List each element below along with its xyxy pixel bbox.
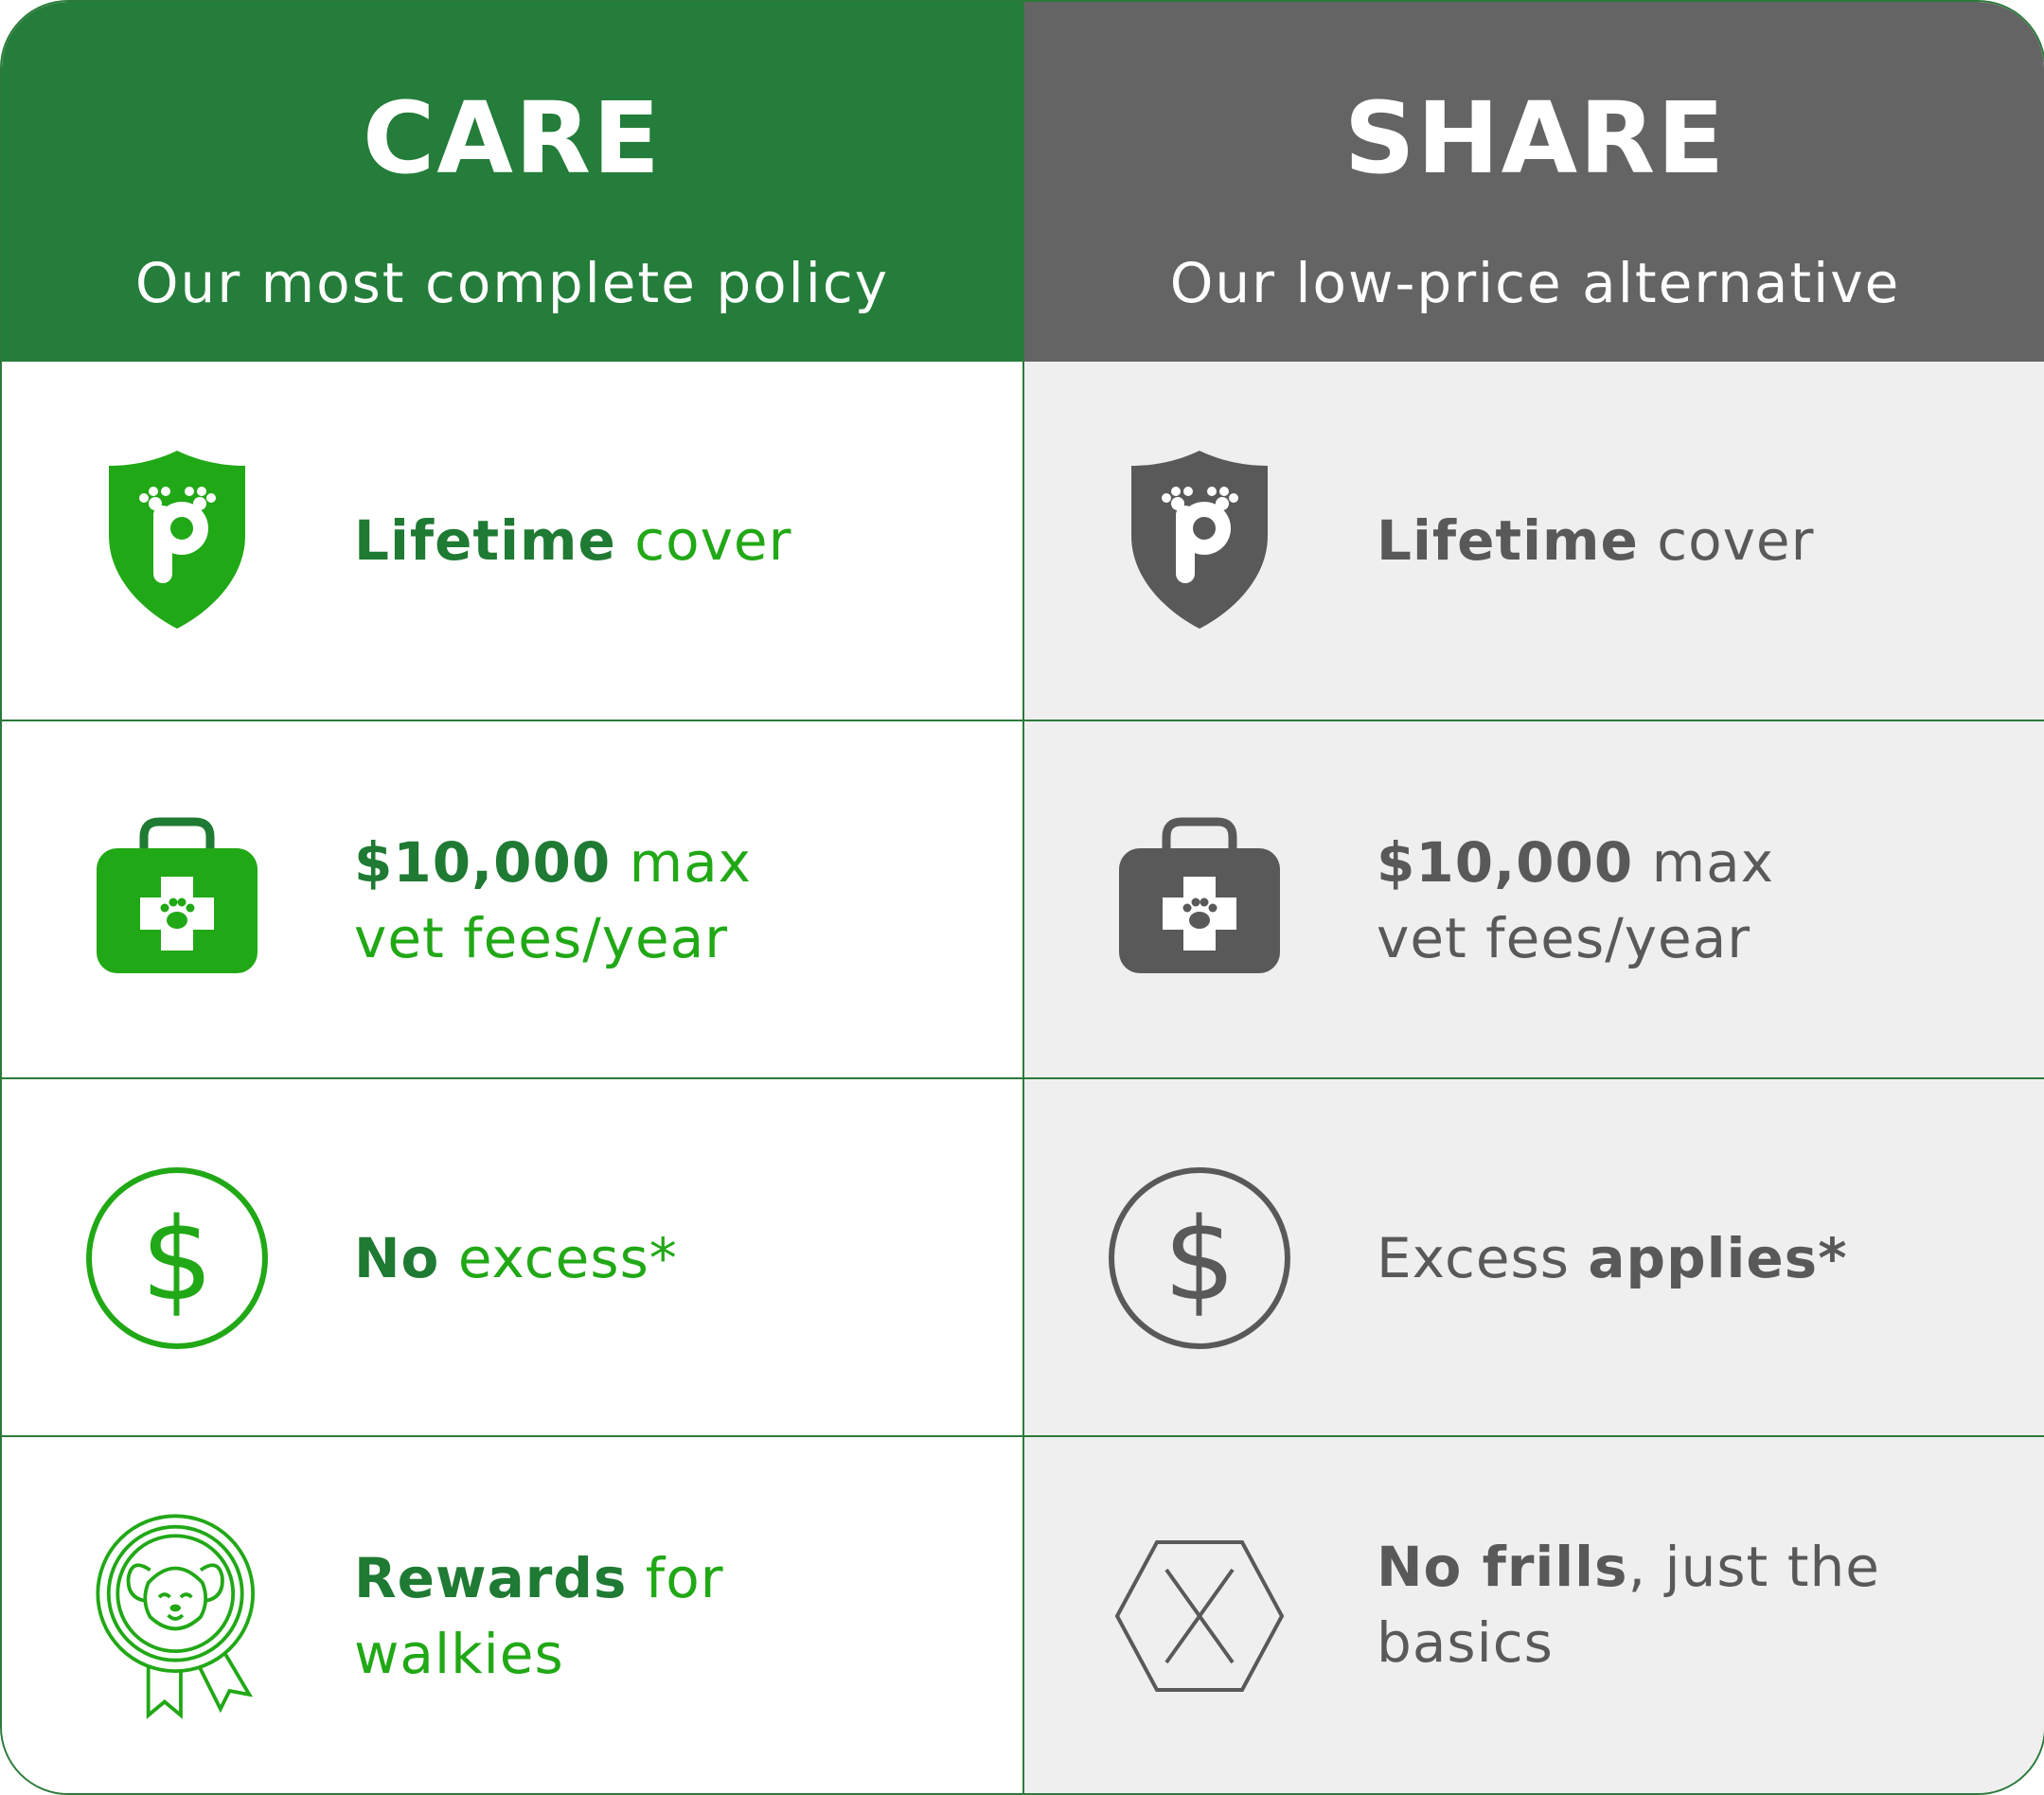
care-vet-fees-rest: max: [611, 830, 752, 895]
share-lifetime-rest: cover: [1638, 508, 1815, 573]
care-rewards-bold: Rewards: [354, 1546, 628, 1610]
care-column: CARE Our most complete policy Lifetime c…: [2, 2, 1022, 1793]
share-excess-text: Excess applies*: [1377, 1220, 2020, 1296]
share-column: SHARE Our low-price alternative Lifetime…: [1022, 2, 2044, 1793]
care-header: CARE Our most complete policy: [2, 2, 1022, 362]
care-subtitle: Our most complete policy: [134, 251, 890, 315]
share-lifetime-text: Lifetime cover: [1377, 503, 2020, 578]
share-no-frills-rest: , just the: [1627, 1535, 1880, 1599]
comparison-card: CARE Our most complete policy Lifetime c…: [0, 0, 2044, 1795]
care-row-vet-fees: $10,000 max vet fees/year: [2, 720, 1022, 1079]
care-lifetime-rest: cover: [615, 508, 792, 573]
share-header: SHARE Our low-price alternative: [1024, 2, 2044, 362]
share-subtitle: Our low-price alternative: [1169, 251, 1901, 315]
share-lifetime-bold: Lifetime: [1377, 508, 1639, 573]
care-lifetime-text: Lifetime cover: [354, 503, 998, 578]
shield-paw-icon: [109, 451, 245, 629]
care-vet-fees-bold: $10,000: [354, 830, 612, 895]
share-row-no-frills: No frills, just the basics: [1024, 1435, 2044, 1793]
care-rewards-line2: walkies: [354, 1622, 564, 1686]
care-excess-rest: excess*: [439, 1226, 678, 1290]
care-excess-text: No excess*: [354, 1220, 998, 1296]
care-row-rewards: Rewards for walkies: [2, 1435, 1022, 1793]
dollar-circle-icon: $: [1109, 1167, 1290, 1349]
care-vet-fees-text: $10,000 max vet fees/year: [354, 825, 998, 976]
share-row-vet-fees: $10,000 max vet fees/year: [1024, 720, 2044, 1079]
share-excess-bold: applies*: [1588, 1226, 1848, 1290]
share-title: SHARE: [1343, 80, 1727, 196]
care-rewards-rest: for: [627, 1546, 724, 1610]
share-vet-fees-bold: $10,000: [1377, 830, 1634, 895]
share-vet-fees-rest: max: [1633, 830, 1774, 895]
share-no-frills-line2: basics: [1377, 1610, 1554, 1675]
share-vet-fees-text: $10,000 max vet fees/year: [1377, 825, 2020, 976]
svg-text:$: $: [141, 1195, 213, 1326]
share-vet-fees-line2: vet fees/year: [1377, 906, 1751, 970]
svg-text:$: $: [1164, 1195, 1235, 1326]
share-no-frills-bold: No frills: [1377, 1535, 1628, 1599]
care-title: CARE: [363, 80, 662, 196]
care-rewards-text: Rewards for walkies: [354, 1540, 998, 1692]
share-row-excess: $ Excess applies*: [1024, 1077, 2044, 1437]
dollar-circle-icon: $: [86, 1167, 268, 1349]
share-row-lifetime: Lifetime cover: [1024, 362, 2044, 720]
care-row-lifetime: Lifetime cover: [2, 362, 1022, 720]
share-excess-pre: Excess: [1377, 1226, 1589, 1290]
care-vet-fees-line2: vet fees/year: [354, 906, 729, 970]
vet-bag-icon: [97, 817, 258, 973]
vet-bag-icon: [1119, 817, 1280, 973]
care-excess-bold: No: [354, 1226, 440, 1290]
dog-medal-icon: [96, 1514, 256, 1719]
care-row-excess: $ No excess*: [2, 1077, 1022, 1437]
share-no-frills-text: No frills, just the basics: [1377, 1529, 2020, 1680]
care-lifetime-bold: Lifetime: [354, 508, 616, 573]
hexagon-x-icon: [1114, 1540, 1285, 1692]
shield-paw-icon: [1131, 451, 1268, 629]
